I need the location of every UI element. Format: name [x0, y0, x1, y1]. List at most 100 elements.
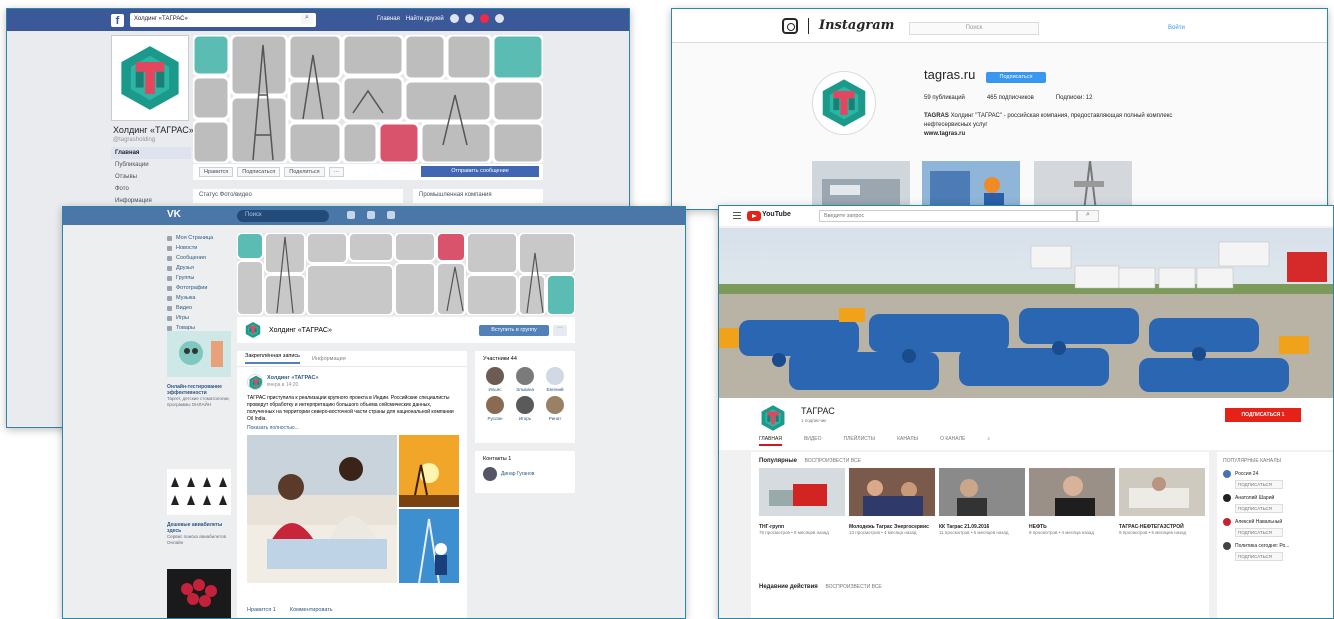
channel-item[interactable]: Алексей Навальный	[1223, 518, 1329, 526]
tab-info[interactable]: Информация	[312, 356, 346, 362]
youtube-logo-icon[interactable]	[747, 211, 761, 221]
tab-videos[interactable]: ВИДЕО	[804, 436, 822, 446]
tab-home[interactable]: ГЛАВНАЯ	[759, 436, 782, 446]
tab-about[interactable]: О КАНАЛЕ	[940, 436, 965, 446]
subscribe-button[interactable]: ПОДПИСАТЬСЯ	[1235, 528, 1283, 537]
vk-ad-block[interactable]: Онлайн-тестирование эффективности Таргет…	[167, 331, 231, 408]
play-all-link[interactable]: ВОСПРОИЗВЕСТИ ВСЕ	[805, 458, 861, 464]
post-time[interactable]: вчера в 14:20	[267, 382, 298, 388]
menu-item-groups[interactable]: Группы	[167, 273, 237, 283]
facebook-search-input[interactable]: Холдинг «ТАГРАС» ⌕	[130, 13, 316, 27]
leftnav-item-photos[interactable]: Фото	[111, 183, 191, 195]
ad-image-flowers[interactable]	[167, 569, 231, 619]
leftnav-item-home[interactable]: Главная	[111, 147, 191, 159]
post-author[interactable]: Холдинг «ТАГРАС»	[267, 375, 319, 381]
instagram-wordmark[interactable]: Instagram	[819, 18, 894, 33]
member-item[interactable]: Игорь	[511, 396, 539, 421]
tab-playlists[interactable]: ПЛЕЙЛИСТЫ	[843, 436, 875, 446]
subscribe-button[interactable]: ПОДПИСАТЬСЯ 1	[1225, 408, 1301, 422]
cover-photo[interactable]	[193, 35, 543, 163]
menu-item-messages[interactable]: Сообщения	[167, 253, 237, 263]
video-card[interactable]: НЕФТЬ 9 просмотров • 4 месяца назад	[1029, 468, 1115, 536]
instagram-camera-icon[interactable]	[782, 17, 798, 34]
join-group-button[interactable]: Вступить в группу	[479, 325, 549, 336]
subscribe-button[interactable]: ПОДПИСАТЬСЯ	[1235, 480, 1283, 489]
vk-search-input[interactable]: Поиск	[237, 210, 329, 222]
profile-avatar[interactable]	[812, 71, 876, 135]
instagram-search-input[interactable]: Поиск	[909, 22, 1039, 35]
show-more-link[interactable]: Показать полностью...	[247, 425, 299, 431]
bio-link[interactable]: www.tagras.ru	[924, 131, 965, 137]
post-author-avatar[interactable]	[247, 374, 263, 390]
notifications-icon[interactable]	[347, 211, 355, 219]
contact-item[interactable]: Динар Гуганов	[475, 467, 575, 481]
members-title[interactable]: Участники 44	[475, 351, 575, 367]
subscribe-button[interactable]: ПОДПИСАТЬСЯ	[1235, 504, 1283, 513]
ad-title[interactable]: Онлайн-тестирование эффективности	[167, 384, 231, 396]
menu-item-music[interactable]: Музыка	[167, 293, 237, 303]
search-icon[interactable]: ⌕	[987, 436, 990, 446]
menu-item-games[interactable]: Игры	[167, 313, 237, 323]
following-count[interactable]: Подписки: 12	[1056, 95, 1093, 101]
tab-channels[interactable]: КАНАЛЫ	[897, 436, 918, 446]
post-thumbnail[interactable]	[812, 161, 910, 210]
post-thumbnail[interactable]	[922, 161, 1020, 210]
login-link[interactable]: Войти	[1168, 25, 1185, 31]
search-icon[interactable]: ⌕	[1077, 210, 1099, 222]
page-handle[interactable]: @tagrasholding	[113, 137, 155, 143]
share-page-button[interactable]: Поделиться	[284, 167, 325, 177]
video-thumbnail[interactable]	[939, 468, 1025, 516]
music-icon[interactable]	[367, 211, 375, 219]
leftnav-item-posts[interactable]: Публикации	[111, 159, 191, 171]
ad-title[interactable]: Дешевые авиабилеты здесь	[167, 522, 231, 534]
post-photo-worker[interactable]	[399, 509, 459, 583]
tagras-logo-icon[interactable]	[759, 404, 787, 432]
help-icon[interactable]	[494, 14, 504, 23]
menu-icon[interactable]	[733, 212, 741, 219]
vk-group-cover[interactable]	[237, 233, 575, 315]
comment-button[interactable]: Комментировать	[290, 607, 333, 613]
follow-button[interactable]: Подписаться	[986, 72, 1046, 83]
video-card[interactable]: ТНГ-групп 75 просмотров • 6 месяцев наза…	[759, 468, 845, 536]
channel-item[interactable]: Политика сегодня: Ро...	[1223, 542, 1329, 550]
video-card[interactable]: КК Таграс 21.09.2016 11 просмотров • 6 м…	[939, 468, 1025, 536]
send-message-button[interactable]: Отправить сообщение	[421, 166, 539, 177]
member-item[interactable]: Ринат	[541, 396, 569, 421]
post-composer[interactable]: Статус Фото/видео	[193, 189, 403, 203]
member-item[interactable]: Евгений	[541, 367, 569, 392]
contacts-title[interactable]: Контакты 1	[475, 451, 575, 467]
menu-item-news[interactable]: Новости	[167, 243, 237, 253]
member-item[interactable]: Эльвина	[511, 367, 539, 392]
like-page-button[interactable]: Нравится	[199, 167, 234, 177]
play-all-link[interactable]: ВОСПРОИЗВЕСТИ ВСЕ	[825, 584, 881, 590]
more-button[interactable]: ···	[553, 325, 567, 336]
friends-icon[interactable]	[449, 14, 459, 23]
facebook-logo-icon[interactable]: f	[111, 13, 124, 27]
video-thumbnail[interactable]	[1119, 468, 1205, 516]
video-thumbnail[interactable]	[759, 468, 845, 516]
more-button[interactable]: ···	[328, 167, 345, 177]
video-thumbnail[interactable]	[849, 468, 935, 516]
vk-ad-block[interactable]: Дешевые авиабилеты здесь Сервис поиска а…	[167, 469, 231, 546]
tagras-logo-icon[interactable]	[245, 321, 261, 339]
vk-logo[interactable]: VK	[167, 209, 181, 220]
menu-item-my-page[interactable]: Моя Страница	[167, 233, 237, 243]
post-photo-main[interactable]	[247, 435, 397, 583]
menu-item-photos[interactable]: Фотографии	[167, 283, 237, 293]
post-photo-sunset[interactable]	[399, 435, 459, 507]
notifications-icon[interactable]	[479, 14, 489, 23]
post-thumbnail[interactable]	[1034, 161, 1132, 210]
menu-item-friends[interactable]: Друзья	[167, 263, 237, 273]
messages-icon[interactable]	[464, 14, 474, 23]
subscribe-button[interactable]: ПОДПИСАТЬСЯ	[1235, 552, 1283, 561]
nav-home[interactable]: Главная	[377, 16, 400, 22]
tab-pinned[interactable]: Закреплённая запись	[245, 353, 301, 364]
menu-item-video[interactable]: Видео	[167, 303, 237, 313]
page-profile-picture[interactable]	[111, 35, 189, 121]
channel-item[interactable]: Россия 24	[1223, 470, 1329, 478]
channel-item[interactable]: Анатолий Шарий	[1223, 494, 1329, 502]
followers-count[interactable]: 465 подписчиков	[987, 95, 1034, 101]
follow-page-button[interactable]: Подписаться	[237, 167, 281, 177]
member-item[interactable]: Ильяс	[481, 367, 509, 392]
leftnav-item-reviews[interactable]: Отзывы	[111, 171, 191, 183]
